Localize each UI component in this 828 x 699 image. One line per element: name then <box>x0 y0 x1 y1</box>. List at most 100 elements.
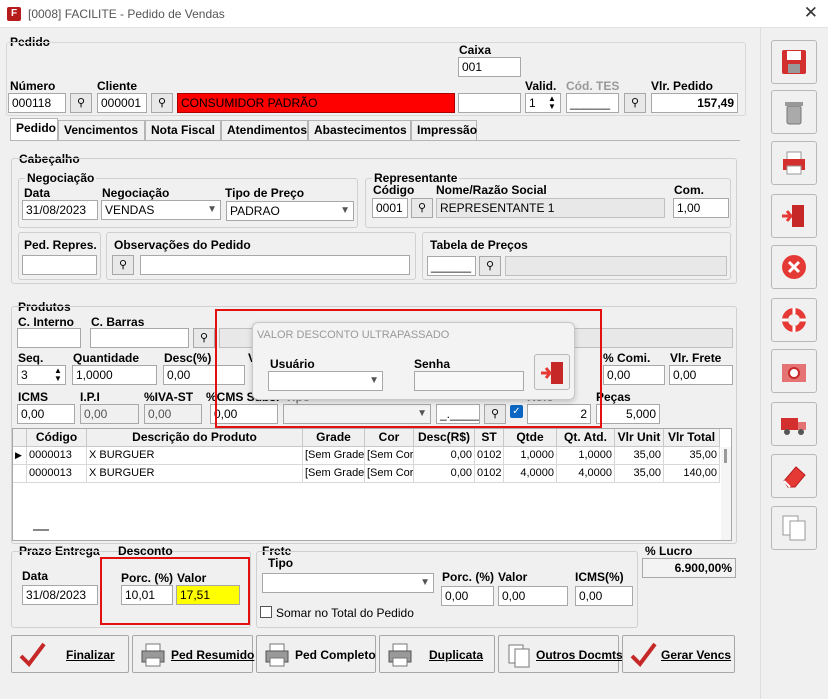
frete-icms-input[interactable]: 0,00 <box>575 586 633 606</box>
table-cell[interactable]: 0102 <box>475 447 504 465</box>
col-header[interactable]: Desc(R$) <box>414 429 475 447</box>
negociacao-select[interactable]: VENDAS ▼ <box>101 200 221 220</box>
outros-docmts-button[interactable]: Outros Docmts <box>498 635 623 673</box>
horizontal-scrollbar-thumb[interactable] <box>33 529 49 531</box>
table-cell[interactable]: [Sem Cor] <box>365 465 414 483</box>
gerar-vencs-button[interactable]: Gerar Vencs <box>622 635 735 673</box>
table-cell[interactable]: 0102 <box>475 465 504 483</box>
tabela-name-input[interactable] <box>505 256 727 276</box>
c-barras-input[interactable] <box>90 328 189 348</box>
prazo-data-input[interactable]: 31/08/2023 <box>22 585 98 605</box>
cod-tes-input[interactable]: ______ <box>566 93 619 113</box>
col-header[interactable]: Descrição do Produto <box>87 429 303 447</box>
table-cell[interactable]: 0,00 <box>414 465 475 483</box>
negociacao-label: Negociação <box>102 186 170 200</box>
documents-button[interactable] <box>771 506 817 550</box>
binoculars-icon[interactable]: ⚲ <box>624 93 646 113</box>
table-cell[interactable]: 35,00 <box>615 447 664 465</box>
table-cell[interactable]: 0,00 <box>414 447 475 465</box>
delete-button[interactable] <box>771 90 817 134</box>
table-cell[interactable]: 4,0000 <box>557 465 615 483</box>
binoculars-icon[interactable]: ⚲ <box>70 93 92 113</box>
table-cell[interactable]: 1,0000 <box>557 447 615 465</box>
table-cell[interactable]: X BURGUER <box>87 447 303 465</box>
tab-nota-fiscal[interactable]: Nota Fiscal <box>145 120 221 140</box>
cliente-name-input[interactable]: CONSUMIDOR PADRÃO <box>177 93 455 113</box>
pecas-input[interactable]: 5,000 <box>596 404 660 424</box>
tab-atendimentos[interactable]: Atendimentos <box>221 120 308 140</box>
exit-button[interactable] <box>771 194 817 238</box>
table-cell[interactable]: 4,0000 <box>504 465 557 483</box>
iva-input[interactable]: 0,00 <box>144 404 202 424</box>
finalizar-button[interactable]: Finalizar <box>11 635 129 673</box>
ipi-input[interactable]: 0,00 <box>80 404 139 424</box>
somar-checkbox[interactable] <box>260 606 272 618</box>
lucro-input[interactable]: 6.900,00% <box>642 558 736 578</box>
binoculars-icon[interactable]: ⚲ <box>411 198 433 218</box>
scrollbar-thumb[interactable] <box>724 449 727 463</box>
tipo-preco-select[interactable]: PADRAO ▼ <box>226 201 354 221</box>
spinner-arrows-icon[interactable]: ▲ ▼ <box>548 95 556 111</box>
print-button[interactable] <box>771 141 817 185</box>
table-cell[interactable]: [Sem Grade] <box>303 465 365 483</box>
tab-pedido[interactable]: Pedido <box>10 118 58 140</box>
col-header[interactable]: Vlr Total <box>664 429 720 447</box>
cancel-button[interactable] <box>771 245 817 289</box>
quantidade-input[interactable]: 1,0000 <box>72 365 157 385</box>
ped-resumido-button[interactable]: Ped Resumido <box>132 635 254 673</box>
tab-abastecimentos[interactable]: Abastecimentos <box>308 120 411 140</box>
table-cell[interactable]: 0000013 <box>27 447 87 465</box>
duplicata-button[interactable]: Duplicata <box>379 635 495 673</box>
tab-impressao[interactable]: Impressão <box>411 120 477 140</box>
icms-input[interactable]: 0,00 <box>17 404 75 424</box>
eraser-button[interactable] <box>771 454 817 498</box>
com-input[interactable]: 1,00 <box>673 198 729 218</box>
table-cell[interactable]: [Sem Cor] <box>365 447 414 465</box>
save-button[interactable] <box>771 40 817 84</box>
col-header[interactable]: Qtde <box>504 429 557 447</box>
frete-valor-input[interactable]: 0,00 <box>498 586 568 606</box>
tab-vencimentos[interactable]: Vencimentos <box>58 120 145 140</box>
data-input[interactable]: 31/08/2023 <box>22 200 98 220</box>
table-cell[interactable]: [Sem Grade] <box>303 447 365 465</box>
printer-icon <box>388 643 412 667</box>
delivery-button[interactable] <box>771 402 817 446</box>
col-header[interactable]: Cor <box>365 429 414 447</box>
items-table[interactable]: Código Descrição do Produto Grade Cor De… <box>12 428 732 541</box>
col-header[interactable]: ST <box>475 429 504 447</box>
table-cell[interactable]: 1,0000 <box>504 447 557 465</box>
blank-input[interactable] <box>458 93 521 113</box>
c-interno-input[interactable] <box>17 328 81 348</box>
col-header[interactable]: Vlr Unit <box>615 429 664 447</box>
col-header[interactable]: Código <box>27 429 87 447</box>
ped-repres-input[interactable] <box>22 255 97 275</box>
binoculars-icon[interactable]: ⚲ <box>193 328 215 348</box>
spinner-arrows-icon[interactable]: ▲ ▼ <box>54 367 62 383</box>
table-cell[interactable]: X BURGUER <box>87 465 303 483</box>
table-cell[interactable]: 35,00 <box>664 447 720 465</box>
binoculars-icon[interactable]: ⚲ <box>151 93 173 113</box>
frete-porc-input[interactable]: 0,00 <box>441 586 494 606</box>
table-cell[interactable]: 140,00 <box>664 465 720 483</box>
rep-nome-input[interactable]: REPRESENTANTE 1 <box>436 198 665 218</box>
numero-input[interactable]: 000118 <box>8 93 66 113</box>
binoculars-icon[interactable]: ⚲ <box>112 255 134 275</box>
caixa-input[interactable]: 001 <box>458 57 521 77</box>
obs-input[interactable] <box>140 255 410 275</box>
frete-tipo-select[interactable]: ▼ <box>262 573 434 593</box>
settings-button[interactable] <box>771 349 817 393</box>
comi-input[interactable]: 0,00 <box>603 365 665 385</box>
vlr-pedido-input[interactable]: 157,49 <box>651 93 738 113</box>
rep-codigo-input[interactable]: 0001 <box>372 198 408 218</box>
table-cell[interactable]: 0000013 <box>27 465 87 483</box>
cliente-code-input[interactable]: 000001 <box>97 93 147 113</box>
col-header[interactable]: Grade <box>303 429 365 447</box>
help-button[interactable] <box>771 298 817 342</box>
table-cell[interactable]: 35,00 <box>615 465 664 483</box>
col-header[interactable]: Qt. Atd. <box>557 429 615 447</box>
binoculars-icon[interactable]: ⚲ <box>479 256 501 276</box>
vlr-frete-input[interactable]: 0,00 <box>669 365 733 385</box>
close-button[interactable]: ✕ <box>804 3 818 23</box>
tabela-code-input[interactable]: ______ <box>427 256 476 276</box>
ped-completo-button[interactable]: Ped Completo <box>256 635 376 673</box>
